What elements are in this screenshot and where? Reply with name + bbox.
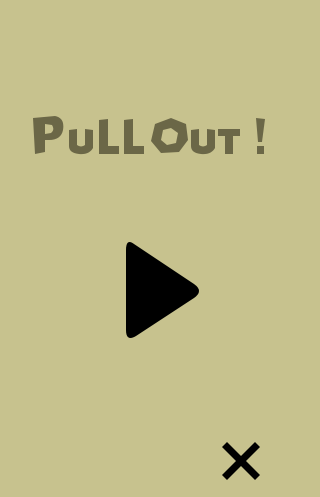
game-title: PULL OUT ! — [0, 108, 300, 164]
close-icon — [222, 442, 260, 480]
close-button[interactable] — [220, 440, 262, 482]
play-button[interactable] — [118, 236, 208, 346]
game-title-logo — [33, 116, 265, 155]
play-icon — [126, 242, 199, 338]
